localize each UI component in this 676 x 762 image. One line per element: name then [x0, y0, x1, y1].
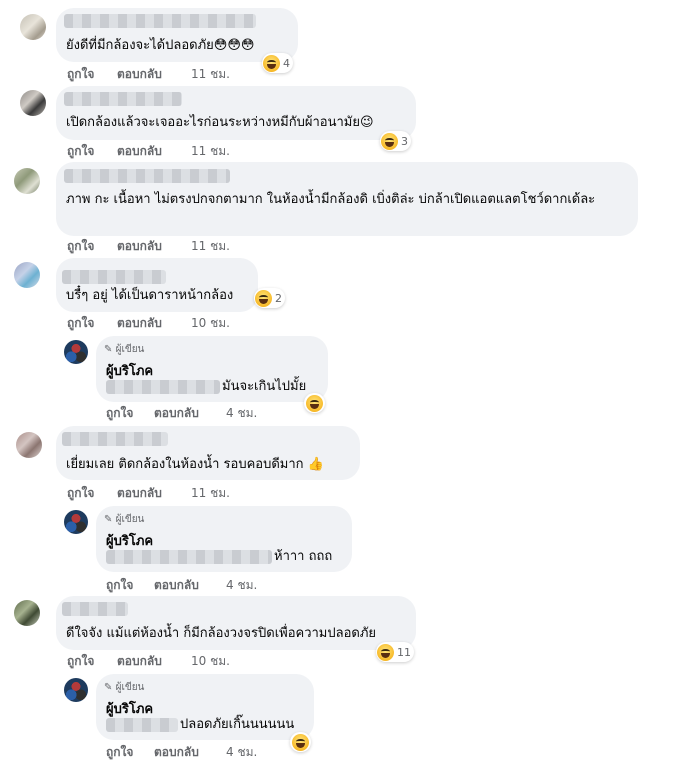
- comment-actions: ถูกใจ ตอบกลับ 11 ชม.: [67, 237, 230, 256]
- like-link[interactable]: ถูกใจ: [106, 743, 154, 762]
- comment-time[interactable]: 11 ชม.: [191, 65, 230, 84]
- like-link[interactable]: ถูกใจ: [67, 65, 117, 84]
- haha-emoji-icon: [381, 132, 398, 150]
- commenter-avatar[interactable]: [16, 432, 42, 458]
- reply-time[interactable]: 4 ชม.: [226, 404, 257, 423]
- comment-bubble: เยี่ยมเลย ติดกล้องในห้องน้ำ รอบคอบดีมาก …: [56, 426, 360, 480]
- author-avatar[interactable]: [64, 340, 88, 364]
- reply-link[interactable]: ตอบกลับ: [154, 576, 226, 595]
- reply-link[interactable]: ตอบกลับ: [154, 404, 226, 423]
- comment-actions: ถูกใจ ตอบกลับ 11 ชม.: [67, 484, 230, 503]
- reply-actions: ถูกใจ ตอบกลับ 4 ชม.: [106, 404, 257, 423]
- comment-time[interactable]: 10 ชม.: [191, 652, 230, 671]
- comment-text: ยังดีที่มีกล้องจะได้ปลอดภัย😳😳😳: [66, 38, 255, 53]
- comment-text: ดีใจจัง แม้แต่ห้องน้ำ ก็มีกล้องวงจรปิดเพ…: [66, 626, 377, 641]
- reply-bubble: ✎ ผู้เขียน ผู้บริโภค มันจะเกินไปมั้ย: [96, 336, 328, 402]
- reply-text: ปลอดภัยเกิ๊นนนนนน: [106, 716, 294, 734]
- reaction-count[interactable]: 4: [262, 53, 293, 73]
- like-link[interactable]: ถูกใจ: [67, 484, 117, 503]
- reply-link[interactable]: ตอบกลับ: [117, 484, 191, 503]
- comment-text: เยี่ยมเลย ติดกล้องในห้องน้ำ รอบคอบดีมาก …: [66, 457, 324, 472]
- author-avatar[interactable]: [64, 678, 88, 702]
- mention-redacted[interactable]: [106, 717, 178, 732]
- reply-actions: ถูกใจ ตอบกลับ 4 ชม.: [106, 576, 257, 595]
- reply-time[interactable]: 4 ชม.: [226, 576, 257, 595]
- author-avatar[interactable]: [64, 510, 88, 534]
- like-link[interactable]: ถูกใจ: [67, 237, 117, 256]
- thumbs-up-icon: 👍: [307, 457, 324, 472]
- reaction-count[interactable]: 11: [376, 642, 414, 662]
- reply-actions: ถูกใจ ตอบกลับ 4 ชม.: [106, 743, 257, 762]
- comment-bubble: เปิดกล้องแล้วจะเจออะไรก่อนระหว่างหมีกับผ…: [56, 86, 416, 140]
- mention-redacted[interactable]: [106, 549, 272, 564]
- commenter-name-redacted[interactable]: [64, 169, 230, 183]
- haha-emoji-icon: [306, 394, 323, 412]
- commenter-name-redacted[interactable]: [64, 14, 256, 28]
- reaction-count[interactable]: [304, 393, 325, 413]
- reply-time[interactable]: 4 ชม.: [226, 743, 257, 762]
- commenter-avatar[interactable]: [14, 600, 40, 626]
- like-link[interactable]: ถูกใจ: [106, 576, 154, 595]
- reply-link[interactable]: ตอบกลับ: [154, 743, 226, 762]
- pen-icon: ✎: [104, 682, 113, 693]
- comment-text: เปิดกล้องแล้วจะเจออะไรก่อนระหว่างหมีกับผ…: [66, 115, 374, 130]
- commenter-name-redacted[interactable]: [64, 92, 182, 106]
- reply-link[interactable]: ตอบกลับ: [117, 314, 191, 333]
- like-link[interactable]: ถูกใจ: [67, 314, 117, 333]
- reaction-count[interactable]: 2: [254, 288, 285, 308]
- reaction-count[interactable]: 3: [380, 131, 411, 151]
- reply-bubble: ✎ ผู้เขียน ผู้บริโภค ห้าาา ถถถ: [96, 506, 352, 572]
- commenter-name-redacted[interactable]: [62, 432, 168, 446]
- comment-text: ภาพ กะ เนื้อหา ไม่ตรงปกจกตามาก ในห้องน้ำ…: [66, 192, 596, 207]
- comment-actions: ถูกใจ ตอบกลับ 11 ชม.: [67, 65, 230, 84]
- commenter-name-redacted[interactable]: [62, 270, 166, 284]
- comment-time[interactable]: 11 ชม.: [191, 142, 230, 161]
- haha-emoji-icon: [292, 733, 309, 751]
- pen-icon: ✎: [104, 344, 113, 355]
- author-badge: ✎ ผู้เขียน: [104, 344, 145, 355]
- comment-actions: ถูกใจ ตอบกลับ 11 ชม.: [67, 142, 230, 161]
- commenter-name-redacted[interactable]: [62, 602, 128, 616]
- reply-text: มันจะเกินไปมั้ย: [106, 378, 306, 396]
- author-badge: ✎ ผู้เขียน: [104, 514, 145, 525]
- haha-emoji-icon: [377, 643, 394, 661]
- reaction-count[interactable]: [290, 732, 311, 752]
- haha-emoji-icon: [255, 289, 272, 307]
- comment-text: บรื๋ๆ อยู่ ได้เป็นดาราหน้ากล้อง: [66, 288, 234, 303]
- reply-text: ห้าาา ถถถ: [106, 548, 332, 566]
- comment-actions: ถูกใจ ตอบกลับ 10 ชม.: [67, 314, 230, 333]
- pen-icon: ✎: [104, 514, 113, 525]
- commenter-avatar[interactable]: [20, 90, 46, 116]
- reply-link[interactable]: ตอบกลับ: [117, 652, 191, 671]
- mention-redacted[interactable]: [106, 379, 220, 394]
- reply-link[interactable]: ตอบกลับ: [117, 237, 191, 256]
- reply-link[interactable]: ตอบกลับ: [117, 142, 191, 161]
- haha-emoji-icon: [263, 54, 280, 72]
- reply-bubble: ✎ ผู้เขียน ผู้บริโภค ปลอดภัยเกิ๊นนนนนน: [96, 674, 314, 740]
- comment-bubble: บรื๋ๆ อยู่ ได้เป็นดาราหน้ากล้อง: [56, 258, 258, 312]
- like-link[interactable]: ถูกใจ: [106, 404, 154, 423]
- like-link[interactable]: ถูกใจ: [67, 652, 117, 671]
- commenter-avatar[interactable]: [20, 14, 46, 40]
- comment-bubble: ภาพ กะ เนื้อหา ไม่ตรงปกจกตามาก ในห้องน้ำ…: [56, 162, 638, 236]
- reply-link[interactable]: ตอบกลับ: [117, 65, 191, 84]
- commenter-avatar[interactable]: [14, 262, 40, 288]
- comment-actions: ถูกใจ ตอบกลับ 10 ชม.: [67, 652, 230, 671]
- comment-bubble: ยังดีที่มีกล้องจะได้ปลอดภัย😳😳😳: [56, 8, 298, 62]
- comment-time[interactable]: 11 ชม.: [191, 484, 230, 503]
- author-badge: ✎ ผู้เขียน: [104, 682, 145, 693]
- commenter-avatar[interactable]: [14, 168, 40, 194]
- like-link[interactable]: ถูกใจ: [67, 142, 117, 161]
- comment-time[interactable]: 11 ชม.: [191, 237, 230, 256]
- comment-time[interactable]: 10 ชม.: [191, 314, 230, 333]
- comment-bubble: ดีใจจัง แม้แต่ห้องน้ำ ก็มีกล้องวงจรปิดเพ…: [56, 596, 416, 650]
